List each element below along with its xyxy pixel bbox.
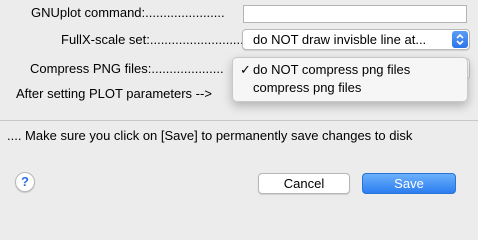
fullx-scale-selected-value: do NOT draw invisble line at... xyxy=(253,32,427,47)
menu-option-compress[interactable]: compress png files xyxy=(233,79,467,97)
help-button[interactable]: ? xyxy=(15,172,35,192)
menu-option-label: do NOT compress png files xyxy=(253,62,411,77)
gnuplot-command-label: GNUplot command:...................... xyxy=(31,5,225,20)
save-button[interactable]: Save xyxy=(362,173,456,194)
check-icon: ✓ xyxy=(240,62,251,77)
separator xyxy=(0,120,478,121)
compress-png-label: Compress PNG files:.................... xyxy=(30,61,224,76)
menu-option-label: compress png files xyxy=(253,80,362,95)
menu-option-no-compress[interactable]: ✓ do NOT compress png files xyxy=(233,61,467,79)
gnuplot-command-input[interactable] xyxy=(243,5,467,23)
fullx-scale-label: FullX-scale set:........................… xyxy=(61,32,248,47)
save-reminder-note: .... Make sure you click on [Save] to pe… xyxy=(7,128,413,143)
after-setting-label: After setting PLOT parameters --> xyxy=(16,86,212,101)
compress-png-menu: ✓ do NOT compress png files compress png… xyxy=(232,57,468,102)
fullx-scale-select[interactable]: do NOT draw invisble line at... xyxy=(242,29,470,50)
up-down-chevron-icon xyxy=(452,31,468,48)
cancel-button[interactable]: Cancel xyxy=(258,173,350,194)
settings-panel: GNUplot command:...................... F… xyxy=(0,0,478,216)
